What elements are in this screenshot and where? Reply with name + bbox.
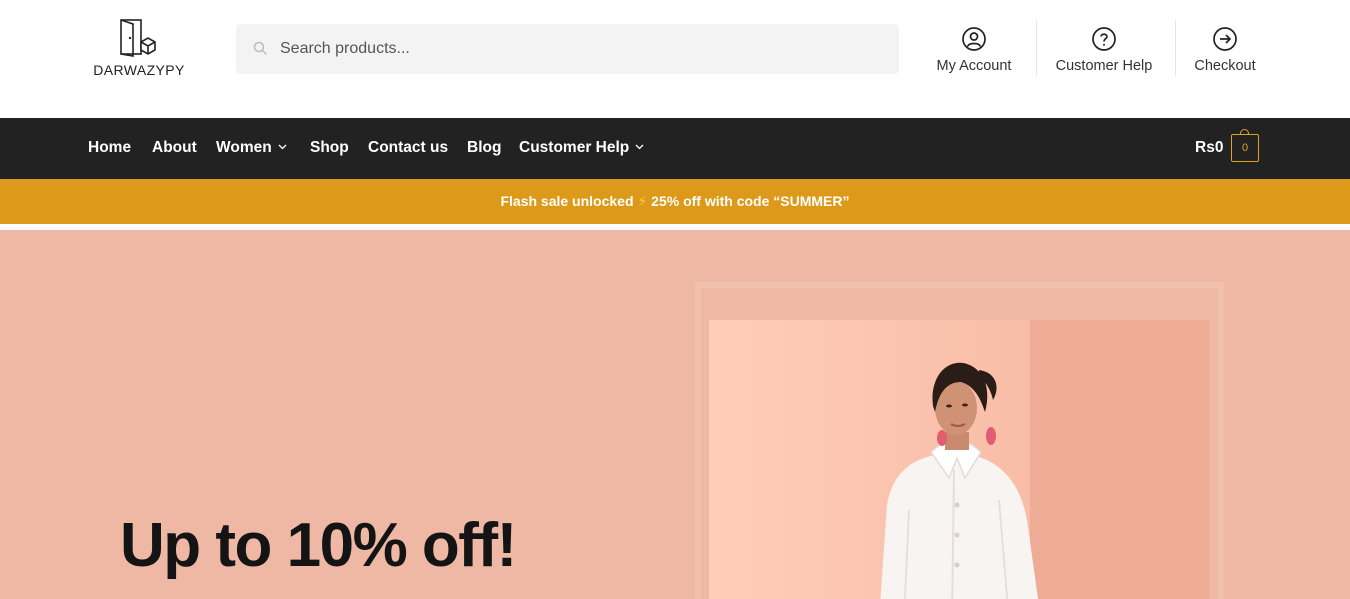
flash-sale-banner: Flash sale unlocked ⚡ 25% off with code … <box>0 179 1350 224</box>
hero-model-photo <box>709 320 1209 599</box>
question-circle-icon <box>1092 27 1116 51</box>
hero-banner: Up to 10% off! <box>0 230 1350 599</box>
my-account-label: My Account <box>936 58 1012 74</box>
my-account-link[interactable]: My Account <box>925 20 1023 80</box>
cart-bag-icon <box>1240 129 1249 135</box>
cart-total[interactable]: Rs0 <box>1195 139 1223 157</box>
nav-item-women[interactable]: Women <box>216 139 287 157</box>
brand-name: DARWAZYPY <box>93 62 185 78</box>
customer-help-link[interactable]: Customer Help <box>1044 20 1164 80</box>
cart-count: 0 <box>1241 142 1249 154</box>
customer-help-label: Customer Help <box>1055 58 1153 74</box>
main-navigation: Home About Women Shop Contact us Blog Cu… <box>0 118 1350 179</box>
lightning-icon: ⚡ <box>637 193 648 209</box>
flash-sale-code-text: 25% off with code “SUMMER” <box>651 193 850 209</box>
chevron-down-icon <box>278 144 287 150</box>
checkout-label: Checkout <box>1194 58 1256 74</box>
nav-item-home[interactable]: Home <box>88 139 131 157</box>
arrow-right-circle-icon <box>1213 27 1237 51</box>
hero-title: Up to 10% off! <box>120 511 517 580</box>
header-divider <box>1036 20 1037 76</box>
site-logo[interactable]: DARWAZYPY <box>88 18 190 82</box>
nav-item-women-label: Women <box>216 139 272 156</box>
search-input[interactable] <box>280 24 880 74</box>
nav-item-customer-help[interactable]: Customer Help <box>519 139 644 157</box>
chevron-down-icon <box>635 144 644 150</box>
nav-item-shop[interactable]: Shop <box>310 139 349 157</box>
nav-item-about[interactable]: About <box>152 139 197 157</box>
user-circle-icon <box>962 27 986 51</box>
search-bar <box>236 24 899 74</box>
door-box-logo-icon <box>120 19 156 57</box>
flash-sale-text: Flash sale unlocked <box>500 193 634 209</box>
nav-item-contact[interactable]: Contact us <box>368 139 448 157</box>
nav-item-blog[interactable]: Blog <box>467 139 501 157</box>
cart-button[interactable]: 0 <box>1231 129 1259 162</box>
site-header: DARWAZYPY My Account Customer Help Chec <box>0 0 1350 118</box>
nav-item-customer-help-label: Customer Help <box>519 139 630 156</box>
model-figure-image <box>880 362 1039 599</box>
header-divider <box>1175 20 1176 76</box>
checkout-link[interactable]: Checkout <box>1184 20 1266 80</box>
search-icon <box>253 41 268 56</box>
